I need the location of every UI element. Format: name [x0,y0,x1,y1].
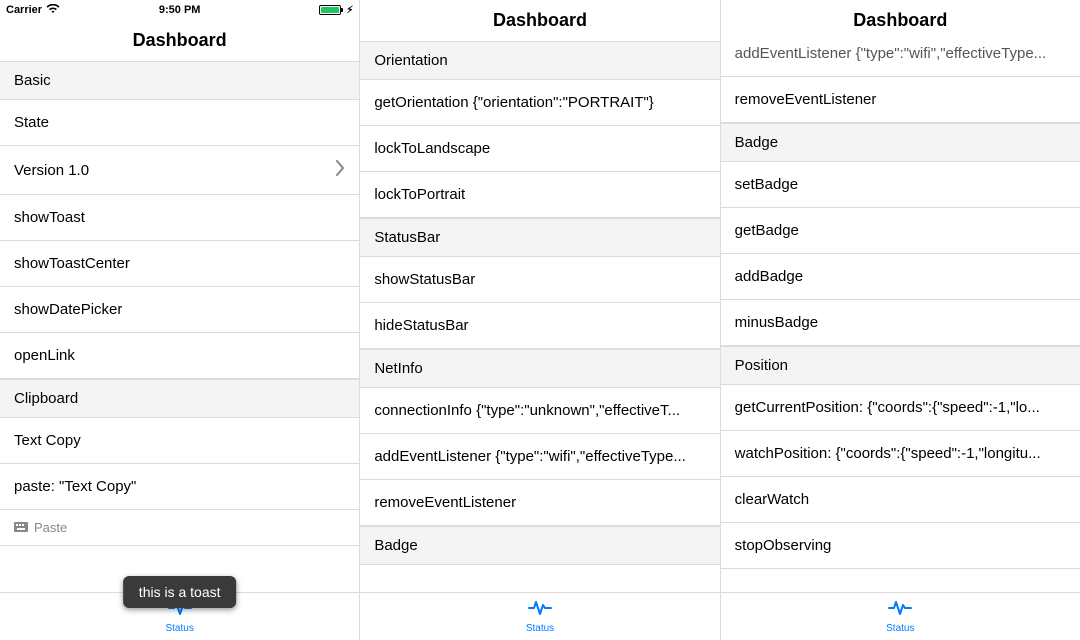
page-title: Dashboard [360,0,719,41]
row-watch-position[interactable]: watchPosition: {"coords":{"speed":-1,"lo… [721,431,1080,477]
section-badge: Badge [360,526,719,565]
row-lock-landscape[interactable]: lockToLandscape [360,126,719,172]
page-title: Dashboard [721,0,1080,41]
row-set-badge[interactable]: setBadge [721,162,1080,208]
status-bar: Carrier 9:50 PM ⚡︎ [0,0,359,20]
tab-label: Status [165,623,193,634]
battery-icon [319,5,341,15]
row-lock-portrait[interactable]: lockToPortrait [360,172,719,218]
section-netinfo: NetInfo [360,349,719,388]
tab-bar[interactable]: Status [360,592,719,640]
screen-pane-2: Dashboard Orientation getOrientation {"o… [360,0,720,640]
row-paste-hint[interactable]: Paste [0,510,359,546]
row-remove-event-listener[interactable]: removeEventListener [721,77,1080,123]
row-hide-statusbar[interactable]: hideStatusBar [360,303,719,349]
section-orientation: Orientation [360,41,719,80]
section-position: Position [721,346,1080,385]
page-title: Dashboard [0,20,359,61]
list: addEventListener {"type":"wifi","effecti… [721,41,1080,592]
keyboard-icon [14,520,28,535]
row-partial-top[interactable]: addEventListener {"type":"wifi","effecti… [721,41,1080,77]
row-show-statusbar[interactable]: showStatusBar [360,257,719,303]
carrier-label: Carrier [6,4,42,16]
screen-pane-1: Carrier 9:50 PM ⚡︎ Dashboard Basic State… [0,0,360,640]
row-paste[interactable]: paste: "Text Copy" [0,464,359,510]
row-state[interactable]: State [0,100,359,146]
section-statusbar: StatusBar [360,218,719,257]
screen-pane-3: Dashboard addEventListener {"type":"wifi… [721,0,1080,640]
row-clear-watch[interactable]: clearWatch [721,477,1080,523]
wifi-icon [46,4,60,17]
row-remove-event-listener[interactable]: removeEventListener [360,480,719,526]
tab-label: Status [886,623,914,634]
status-icon [888,599,912,622]
row-show-toast[interactable]: showToast [0,195,359,241]
clock-label: 9:50 PM [122,4,238,16]
toast: this is a toast [123,576,237,608]
tab-label: Status [526,623,554,634]
list: Basic State Version 1.0 showToast showTo… [0,61,359,592]
row-version[interactable]: Version 1.0 [0,146,359,195]
row-get-badge[interactable]: getBadge [721,208,1080,254]
row-open-link[interactable]: openLink [0,333,359,379]
chevron-right-icon [335,160,345,180]
row-text-copy[interactable]: Text Copy [0,418,359,464]
row-get-current-position[interactable]: getCurrentPosition: {"coords":{"speed":-… [721,385,1080,431]
section-basic: Basic [0,61,359,100]
charging-icon: ⚡︎ [346,5,353,16]
row-add-event-listener[interactable]: addEventListener {"type":"wifi","effecti… [360,434,719,480]
row-get-orientation[interactable]: getOrientation {"orientation":"PORTRAIT"… [360,80,719,126]
row-connection-info[interactable]: connectionInfo {"type":"unknown","effect… [360,388,719,434]
row-minus-badge[interactable]: minusBadge [721,300,1080,346]
section-badge: Badge [721,123,1080,162]
section-clipboard: Clipboard [0,379,359,418]
list: Orientation getOrientation {"orientation… [360,41,719,592]
tab-bar[interactable]: Status [721,592,1080,640]
row-stop-observing[interactable]: stopObserving [721,523,1080,569]
row-add-badge[interactable]: addBadge [721,254,1080,300]
status-icon [528,599,552,622]
row-show-date-picker[interactable]: showDatePicker [0,287,359,333]
row-show-toast-center[interactable]: showToastCenter [0,241,359,287]
